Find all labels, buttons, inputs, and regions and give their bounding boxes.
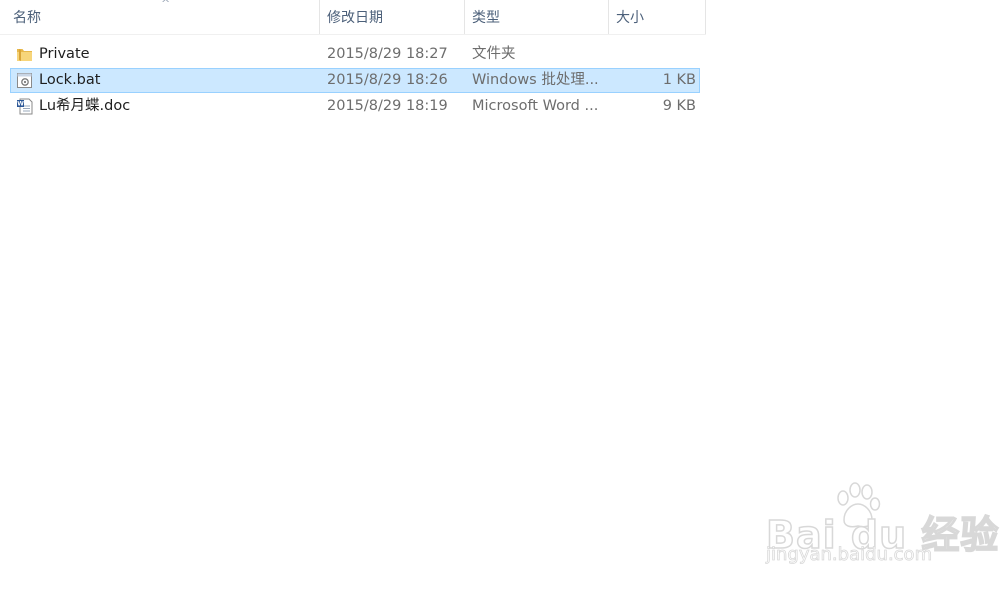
file-type: 文件夹: [472, 46, 516, 62]
svg-text:W: W: [17, 101, 24, 108]
column-header-name-label: 名称: [13, 10, 41, 26]
column-header-row: 名称 ^ 修改日期 类型 大小: [0, 0, 706, 35]
column-header-type-label: 类型: [472, 10, 500, 26]
file-size: 9 KB: [662, 98, 696, 114]
column-header-date[interactable]: 修改日期: [320, 0, 465, 34]
file-name: Lock.bat: [39, 72, 101, 88]
file-type: Microsoft Word ...: [472, 98, 599, 114]
file-row-lock-bat[interactable]: Lock.bat 2015/8/29 18:26 Windows 批处理... …: [10, 68, 700, 93]
file-date: 2015/8/29 18:19: [327, 98, 448, 114]
folder-icon: [17, 49, 32, 61]
word-document-icon: W: [17, 98, 33, 115]
column-header-size-label: 大小: [616, 10, 644, 26]
baidu-jingyan-watermark: Bai du 经验 jingyan.baidu.com: [762, 480, 999, 575]
file-explorer-window: 名称 ^ 修改日期 类型 大小 Private 2015/8/29 18:27 …: [0, 0, 1000, 591]
column-header-date-label: 修改日期: [327, 10, 383, 26]
file-row-doc[interactable]: W Lu希月蝶.doc 2015/8/29 18:19 Microsoft Wo…: [10, 94, 700, 119]
sort-up-caret-icon: ^: [161, 0, 171, 10]
file-date: 2015/8/29 18:27: [327, 46, 448, 62]
column-header-type[interactable]: 类型: [465, 0, 609, 34]
watermark-url: jingyan.baidu.com: [766, 544, 933, 566]
file-type: Windows 批处理...: [472, 72, 599, 88]
column-header-name[interactable]: 名称 ^: [6, 0, 320, 34]
batch-file-icon: [17, 73, 32, 88]
file-name: Private: [39, 46, 90, 62]
file-date: 2015/8/29 18:26: [327, 72, 448, 88]
file-size: 1 KB: [662, 72, 696, 88]
file-name: Lu希月蝶.doc: [39, 98, 131, 114]
column-header-size[interactable]: 大小: [609, 0, 706, 34]
file-row-private[interactable]: Private 2015/8/29 18:27 文件夹: [10, 42, 700, 67]
